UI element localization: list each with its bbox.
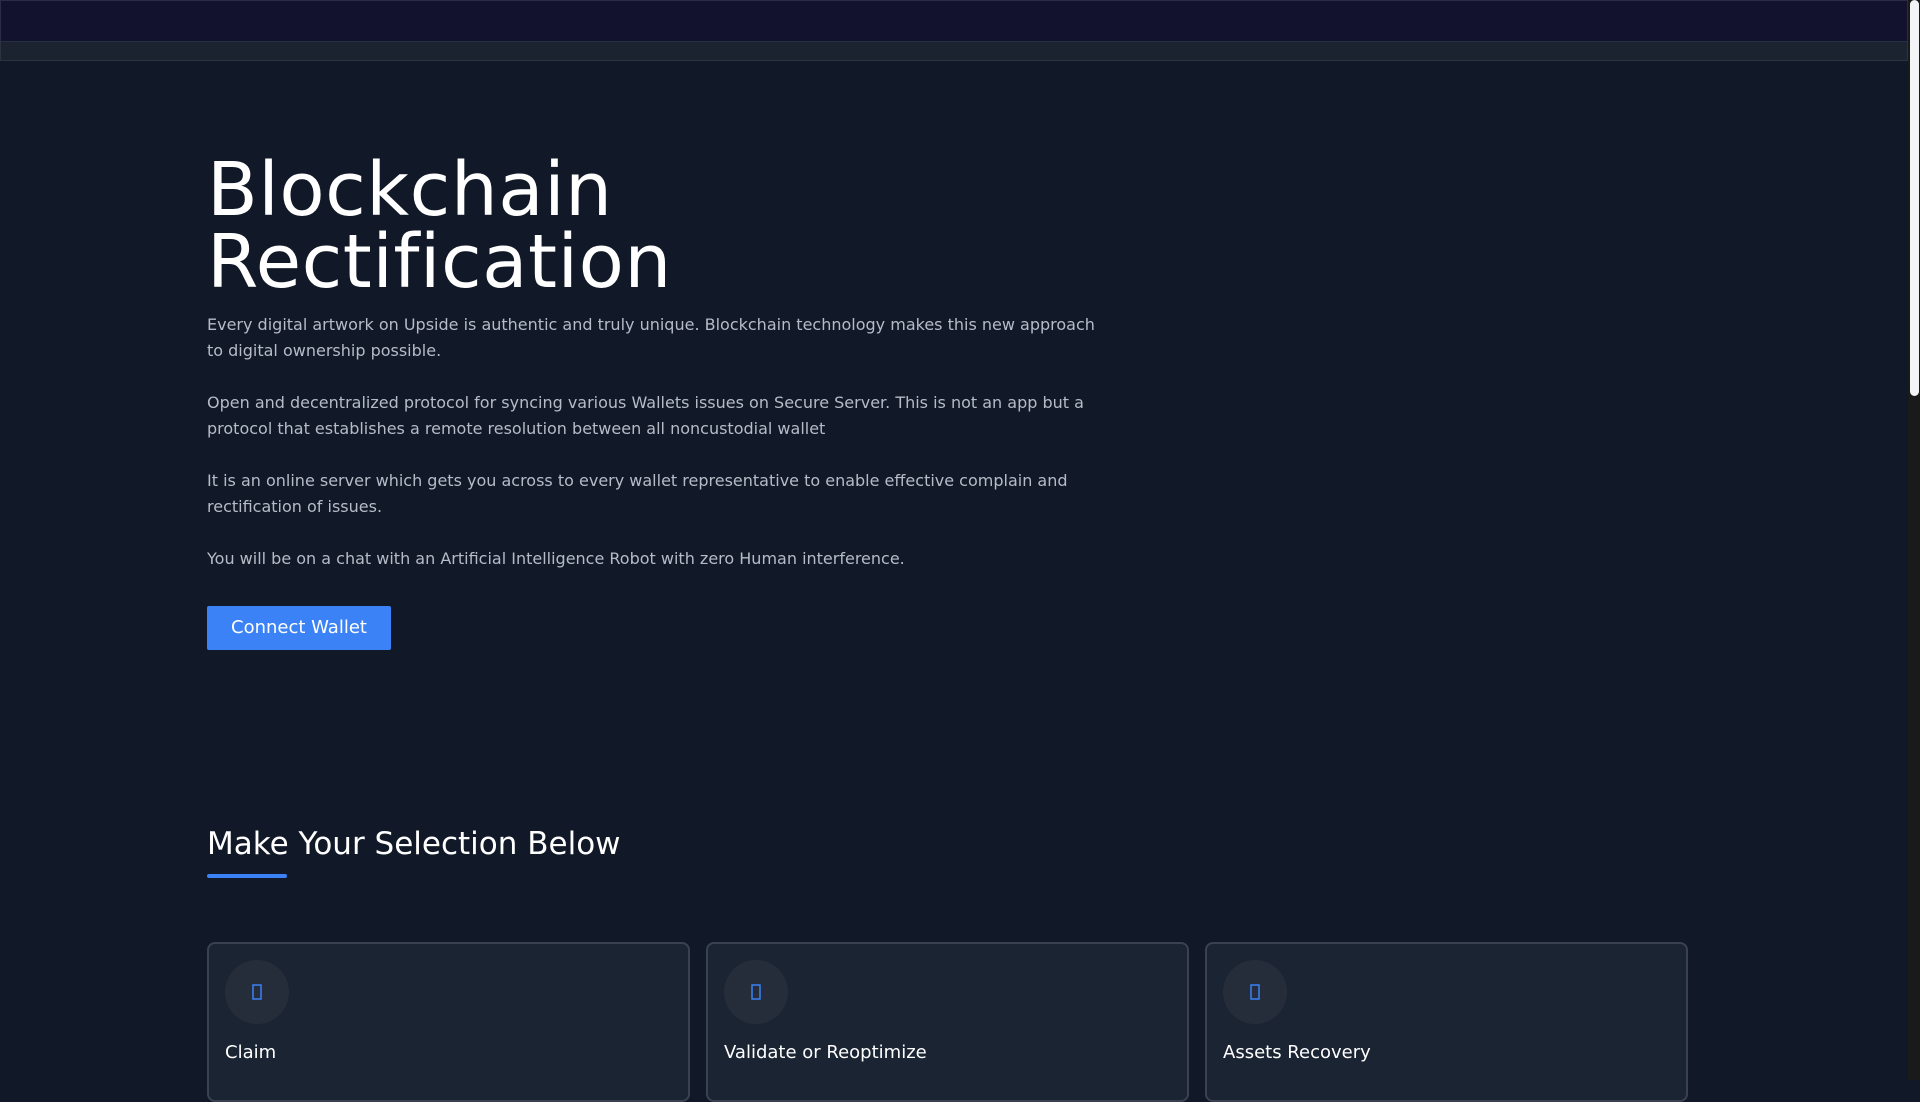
hero-description: Every digital artwork on Upside is authe… xyxy=(207,312,1107,572)
hero-section: Blockchain Rectification Every digital a… xyxy=(207,147,1107,650)
placeholder-glyph-icon xyxy=(225,960,289,1024)
card-title: Validate or Reoptimize xyxy=(724,1042,927,1063)
top-navbar xyxy=(0,0,1908,41)
card-claim[interactable]: Claim xyxy=(207,942,690,1102)
heading-underline xyxy=(207,874,287,878)
sub-navbar xyxy=(0,41,1908,61)
connect-wallet-button[interactable]: Connect Wallet xyxy=(207,606,391,650)
hero-paragraph-3: It is an online server which gets you ac… xyxy=(207,471,1068,516)
placeholder-glyph-icon xyxy=(1223,960,1287,1024)
selection-heading: Make Your Selection Below xyxy=(207,826,621,862)
selection-cards: Claim Validate or Reoptimize Assets Reco… xyxy=(207,942,1688,1102)
scrollbar-thumb[interactable] xyxy=(1910,0,1919,396)
hero-paragraph-1: Every digital artwork on Upside is authe… xyxy=(207,315,1095,360)
hero-paragraph-4: You will be on a chat with an Artificial… xyxy=(207,549,905,568)
card-title: Claim xyxy=(225,1042,277,1063)
card-validate-or-reoptimize[interactable]: Validate or Reoptimize xyxy=(706,942,1189,1102)
card-title: Assets Recovery xyxy=(1223,1042,1371,1063)
placeholder-glyph-icon xyxy=(724,960,788,1024)
vertical-scrollbar[interactable] xyxy=(1908,0,1920,1080)
hero-paragraph-2: Open and decentralized protocol for sync… xyxy=(207,393,1084,438)
card-assets-recovery[interactable]: Assets Recovery xyxy=(1205,942,1688,1102)
hero-title: Blockchain Rectification xyxy=(207,147,672,305)
